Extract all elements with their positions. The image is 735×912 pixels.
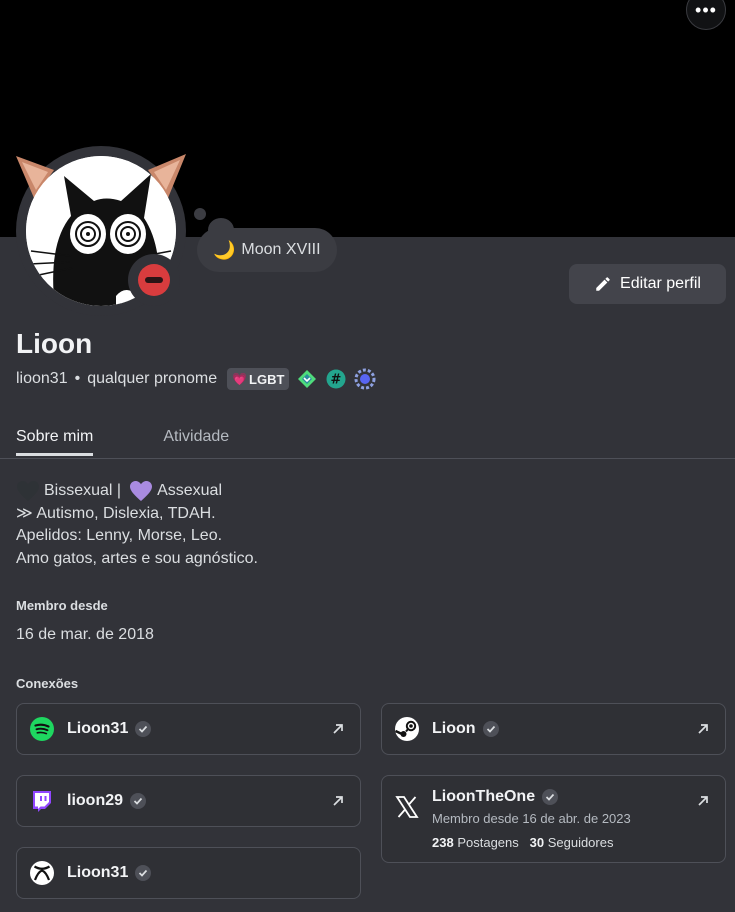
moon-icon: 🌙 — [213, 239, 236, 260]
connection-twitch[interactable]: lioon29 — [16, 775, 361, 827]
custom-status-text: Moon XVIII — [241, 241, 321, 258]
status-indicator — [128, 254, 180, 306]
bio: Bissexual | Assexual ≫ Autismo, Dislexia… — [16, 480, 258, 570]
x-details: LioonTheOne Membro desde 16 de abr. de 2… — [432, 788, 631, 850]
xbox-icon — [29, 860, 55, 886]
separator-dot: • — [74, 370, 81, 387]
connection-content: lioon29 — [29, 788, 147, 814]
display-name: Lioon — [16, 328, 93, 359]
profile-tabs: Sobre mim Atividade — [16, 428, 229, 456]
server-tag-label: LGBT — [249, 371, 285, 387]
edit-profile-label: Editar perfil — [620, 275, 701, 292]
connection-spotify[interactable]: Lioon31 — [16, 703, 361, 755]
tab-activity[interactable]: Atividade — [163, 428, 229, 456]
more-icon: ••• — [695, 0, 717, 20]
server-tag[interactable]: 💗 LGBT — [227, 368, 290, 390]
spotify-icon — [29, 716, 55, 742]
verified-icon — [129, 792, 147, 810]
connection-name: lioon29 — [67, 792, 124, 809]
connection-name: Lioon31 — [67, 720, 129, 737]
svg-text:#: # — [331, 373, 342, 388]
tabs-divider — [0, 458, 735, 459]
x-followers-label: Seguidores — [547, 835, 614, 850]
external-link-icon[interactable] — [695, 721, 711, 737]
connection-content: Lioon31 — [29, 860, 152, 886]
verified-icon — [482, 720, 500, 738]
bio-text: Assexual — [157, 482, 222, 499]
steam-icon — [394, 716, 420, 742]
member-since-heading: Membro desde — [16, 598, 108, 613]
x-posts-label: Postagens — [457, 835, 519, 850]
verified-icon — [134, 864, 152, 882]
connection-content: LioonTheOne Membro desde 16 de abr. de 2… — [394, 788, 631, 850]
heart-icon — [17, 481, 39, 502]
verified-icon — [134, 720, 152, 738]
x-posts-count: 238 — [432, 835, 454, 850]
tab-about-me[interactable]: Sobre mim — [16, 428, 94, 456]
external-link-icon[interactable] — [330, 793, 346, 809]
status-bubble-dot — [194, 208, 206, 220]
x-stats: 238 Postagens 30 Seguidores — [432, 835, 631, 850]
external-link-icon[interactable] — [695, 793, 711, 809]
bio-line: Amo gatos, artes e sou agnóstico. — [16, 549, 258, 567]
heart-icon — [130, 481, 153, 502]
pronouns: qualquer pronome — [87, 370, 218, 387]
profile-subline: lioon31 • qualquer pronome 💗 LGBT # — [16, 368, 376, 390]
verified-icon — [541, 788, 559, 806]
twitch-icon — [29, 788, 55, 814]
connection-content: Lioon — [394, 716, 500, 742]
connection-content: Lioon31 — [29, 716, 152, 742]
x-member-since: Membro desde 16 de abr. de 2023 — [432, 811, 631, 826]
quest-badge-icon[interactable] — [354, 368, 376, 390]
x-followers-count: 30 — [529, 835, 545, 850]
avatar[interactable] — [16, 146, 186, 316]
edit-profile-button[interactable]: Editar perfil — [569, 264, 726, 304]
connection-name: Lioon31 — [67, 864, 129, 881]
bio-line: Apelidos: Lenny, Morse, Leo. — [16, 527, 223, 544]
connections-heading: Conexões — [16, 676, 79, 691]
custom-status: 🌙 Moon XVIII — [197, 228, 337, 272]
bio-text: Bissexual | — [44, 482, 122, 499]
connection-steam[interactable]: Lioon — [381, 703, 726, 755]
connection-name: Lioon — [432, 720, 476, 737]
connection-x[interactable]: LioonTheOne Membro desde 16 de abr. de 2… — [381, 775, 726, 863]
x-icon — [394, 794, 420, 820]
member-since-date: 16 de mar. de 2018 — [16, 626, 154, 643]
external-link-icon[interactable] — [330, 721, 346, 737]
heart-icon: 💗 — [232, 372, 248, 386]
username[interactable]: lioon31 — [16, 370, 68, 388]
connection-name: LioonTheOne — [432, 788, 536, 805]
connection-xbox[interactable]: Lioon31 — [16, 847, 361, 899]
bio-line: ≫ Autismo, Dislexia, TDAH. — [16, 504, 216, 522]
do-not-disturb-icon — [138, 264, 170, 296]
pencil-icon — [596, 277, 610, 291]
hashtag-badge-icon[interactable]: # — [325, 368, 347, 390]
bio-line: Bissexual | Assexual — [16, 480, 258, 503]
nitro-badge-icon[interactable] — [296, 368, 318, 390]
